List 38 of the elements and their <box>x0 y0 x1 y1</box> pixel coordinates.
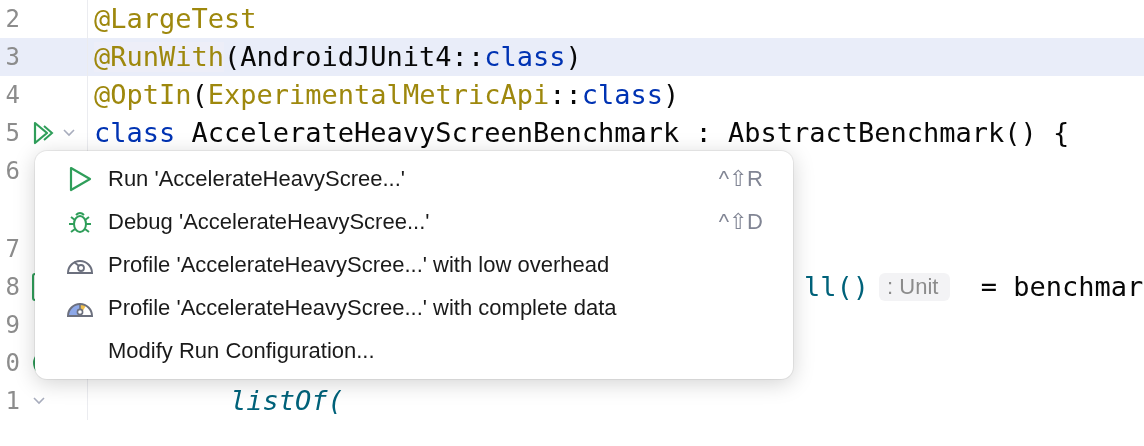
chevron-icon[interactable] <box>32 396 46 406</box>
code-token: ( <box>191 80 208 110</box>
line-number: 7 <box>4 235 20 263</box>
code-token: AccelerateHeavyScreenBenchmark : AbstractBenchmark() { <box>190 118 1070 148</box>
line-number: 4 <box>4 81 20 109</box>
code-token: (AndroidJUnit4:: <box>224 42 485 72</box>
menu-item[interactable]: Run 'AccelerateHeavyScree...' ^⇧R <box>43 157 785 200</box>
line-number: 2 <box>4 5 20 33</box>
line-number: 8 <box>4 273 20 301</box>
code-token: :: <box>549 80 582 110</box>
line-number: 1 <box>4 387 20 415</box>
run-icon[interactable] <box>32 120 56 146</box>
code-token: @RunWith <box>94 42 225 72</box>
play-icon <box>67 164 93 193</box>
code-token: = benchmar <box>979 272 1144 302</box>
code-token: class <box>484 42 566 72</box>
code-token: ) <box>663 80 680 110</box>
menu-item[interactable]: Profile 'AccelerateHeavyScree...' with low overhead <box>43 243 785 286</box>
code-token: @LargeTest <box>94 4 257 34</box>
code-token: listOf( <box>230 386 344 416</box>
code-token: ExperimentalMetricApi <box>207 80 550 110</box>
shortcut-label: ^⇧D <box>718 208 763 235</box>
code-token: class <box>94 118 176 148</box>
shortcut-label: ^⇧R <box>718 165 763 192</box>
menu-item[interactable]: Profile 'AccelerateHeavyScree...' with complete data <box>43 286 785 329</box>
line-number: 0 <box>4 349 20 377</box>
line-number: 3 <box>4 43 20 71</box>
code-token: ) <box>565 42 582 72</box>
code-token: class <box>581 80 663 110</box>
code-token: @OptIn <box>94 80 192 110</box>
menu-item[interactable]: Debug 'AccelerateHeavyScree...' ^⇧D <box>43 200 785 243</box>
chevron-icon[interactable] <box>62 128 76 138</box>
line-number: 5 <box>4 119 20 147</box>
code-token: ll() <box>804 272 870 302</box>
menu-item[interactable]: Modify Run Configuration... <box>43 329 785 372</box>
type-hint: : Unit <box>879 272 951 302</box>
line-number: 6 <box>4 157 20 185</box>
line-number: 9 <box>4 311 20 339</box>
